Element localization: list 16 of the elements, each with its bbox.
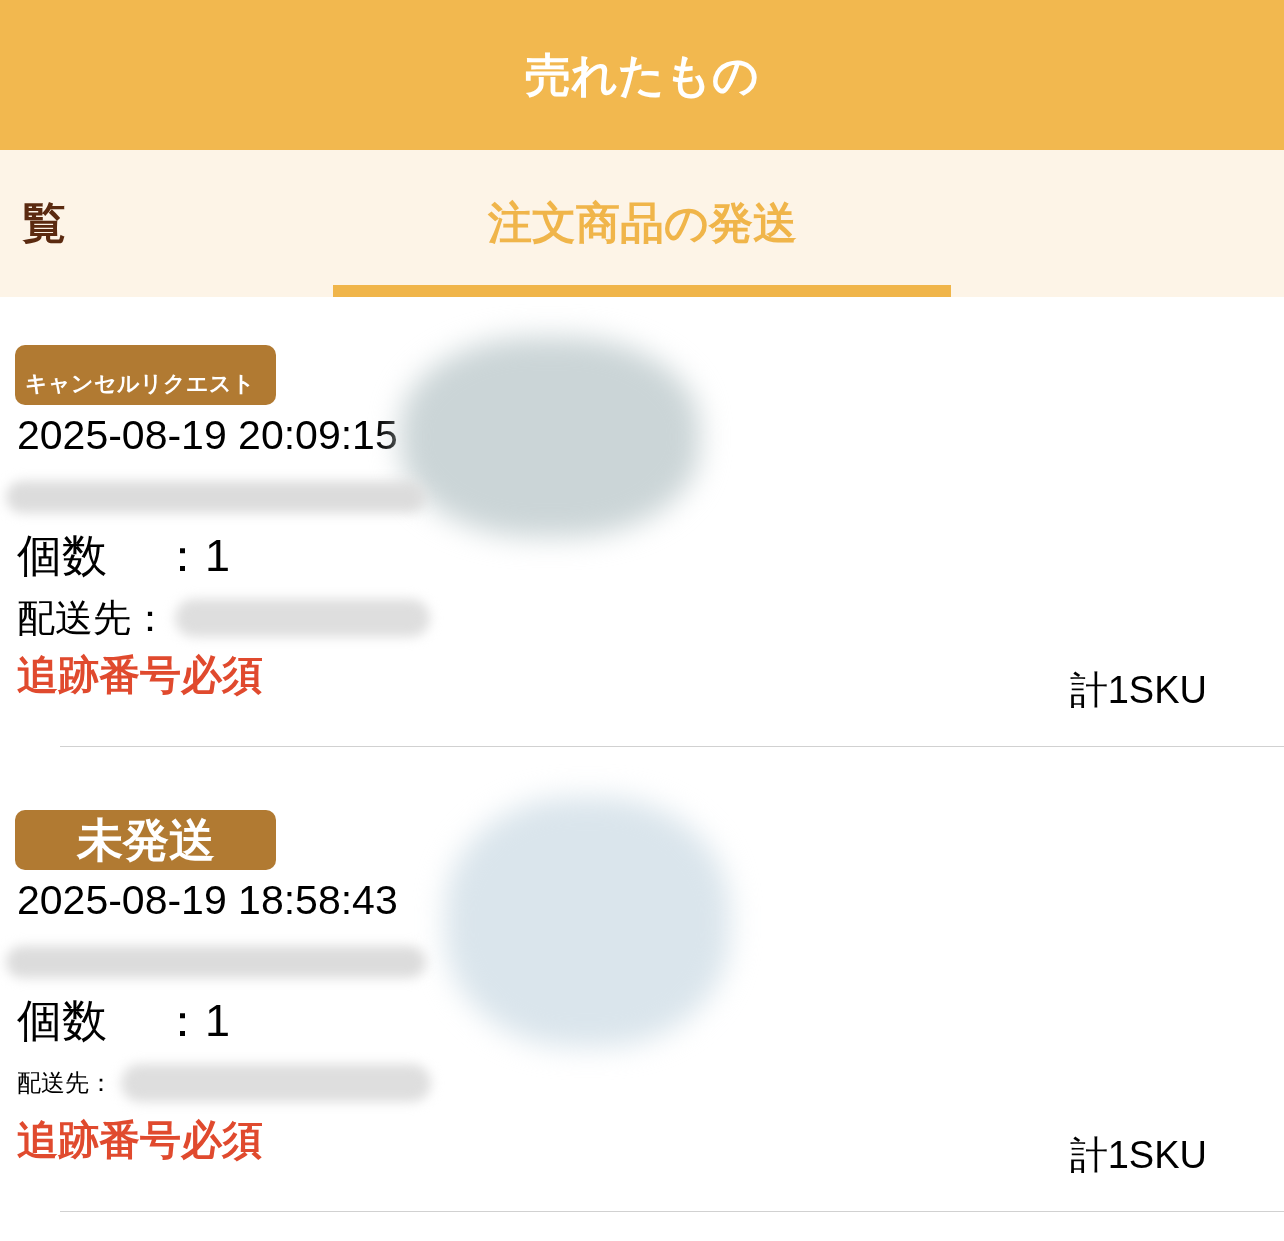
order-date: 2025-08-19 18:58:43 bbox=[17, 879, 398, 921]
quantity-label: 個数 bbox=[17, 997, 108, 1043]
tracking-required-label: 追跡番号必須 bbox=[17, 655, 263, 695]
tab[interactable]: 覧 bbox=[0, 150, 333, 297]
sku-total: 計1SKU bbox=[1069, 670, 1207, 710]
order-date: 2025-08-19 20:09:15 bbox=[17, 414, 398, 456]
quantity-value: ：1 bbox=[160, 532, 231, 578]
destination-label: 配送先： bbox=[17, 599, 169, 637]
tracking-required-label: 追跡番号必須 bbox=[17, 1120, 263, 1160]
destination-label: 配送先： bbox=[17, 1071, 113, 1095]
status-badge: 未発送 bbox=[15, 810, 276, 870]
quantity-label: 個数 bbox=[17, 532, 108, 578]
quantity-value: ：1 bbox=[160, 997, 231, 1043]
page-title: 売れたもの bbox=[525, 52, 759, 98]
sku-total: 計1SKU bbox=[1069, 1135, 1207, 1175]
status-badge: キャンセルリクエスト bbox=[15, 345, 276, 405]
